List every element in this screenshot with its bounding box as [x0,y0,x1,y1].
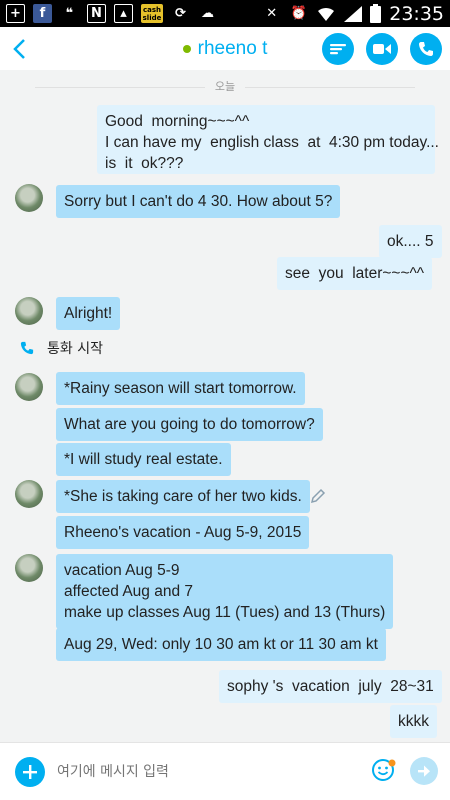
message-outgoing[interactable]: kkkk [390,705,437,738]
plus-icon [23,764,37,779]
message-outgoing[interactable]: Good morning~~~^^ I can have my english … [97,105,439,174]
message-outgoing[interactable]: ok.... 5 [379,225,442,258]
voice-call-button[interactable] [410,33,442,65]
signal-icon [344,5,363,22]
message-incoming[interactable]: vacation Aug 5-9 affected Aug and 7 make… [56,554,394,629]
mute-icon: ✕ [266,6,278,21]
call-event-label: 통화 시작 [47,341,103,357]
message-incoming[interactable]: Alright! [56,297,121,330]
avatar[interactable] [15,184,43,212]
weather-icon: ☁ [201,6,214,21]
message-outgoing[interactable]: see you later~~~^^ [277,257,433,290]
cashslide-icon: cash slide [141,4,163,23]
avatar[interactable] [15,297,43,325]
contact-name: rheeno t [197,37,268,59]
avatar[interactable] [15,373,43,401]
alarm-icon: ⏰ [290,6,307,21]
message-incoming[interactable]: Rheeno's vacation - Aug 5-9, 2015 [56,516,310,549]
plus-box-icon: + [6,4,25,23]
back-button[interactable] [4,27,34,70]
edit-pencil-icon[interactable] [310,488,326,504]
image-icon: ▴ [114,4,133,23]
avatar[interactable] [15,554,43,582]
avatar[interactable] [15,480,43,508]
message-incoming[interactable]: What are you going to do tomorrow? [56,408,323,441]
quote-icon: ❝ [65,6,74,21]
clock: 23:35 [389,2,444,25]
message-incoming[interactable]: Sorry but I can't do 4 30. How about 5? [56,185,341,218]
call-started-event: 통화 시작 [20,338,103,358]
message-outgoing[interactable]: sophy 's vacation july 28~31 [219,670,442,703]
video-camera-icon [373,44,391,54]
phone-icon [419,42,433,56]
wifi-icon [318,7,335,21]
status-bar: + f ❝ N ▴ cash slide ⟳ ☁ ✕ ⏰ 23:35 [0,0,450,27]
sync-icon: ⟳ [175,6,186,21]
message-incoming[interactable]: Aug 29, Wed: only 10 30 am kt or 11 30 a… [56,628,386,661]
add-attachment-button[interactable] [15,756,45,787]
n-icon: N [87,4,106,23]
menu-icon [330,44,346,55]
message-incoming[interactable]: *She is taking care of her two kids. [56,480,310,513]
message-composer [0,742,450,800]
phone-icon [20,341,34,355]
emoticon-button[interactable] [370,756,398,784]
send-button[interactable] [410,757,438,785]
message-incoming[interactable]: *Rainy season will start tomorrow. [56,372,305,405]
arrow-right-icon [418,765,430,777]
chevron-left-icon [13,38,25,59]
presence-dot [182,44,191,53]
video-call-button[interactable] [366,33,398,65]
battery-icon [370,4,382,23]
facebook-icon: f [33,4,52,23]
message-list[interactable]: 오늘 Good morning~~~^^ I can have my engli… [0,70,450,742]
chat-header: rheeno t [0,27,450,70]
day-separator: 오늘 [0,78,450,94]
message-input[interactable] [57,763,357,780]
message-incoming[interactable]: *I will study real estate. [56,443,231,476]
menu-button[interactable] [322,33,354,65]
